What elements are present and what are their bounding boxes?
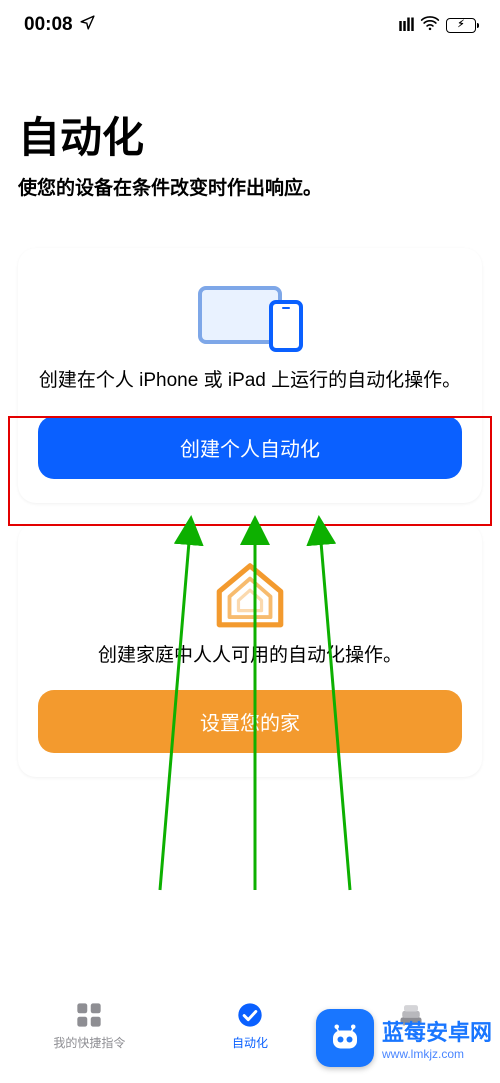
setup-home-button[interactable]: 设置您的家 — [38, 690, 462, 753]
home-icon — [38, 551, 462, 637]
automation-icon — [235, 1000, 265, 1030]
tab-shortcuts[interactable]: 我的快捷指令 — [53, 1000, 125, 1051]
wifi-icon — [420, 13, 440, 38]
content: 自动化 使您的设备在条件改变时作出响应。 创建在个人 iPhone 或 iPad… — [0, 46, 500, 989]
devices-icon — [38, 276, 462, 362]
tab-automation-label: 自动化 — [232, 1034, 268, 1051]
tab-automation[interactable]: 自动化 — [232, 1000, 268, 1051]
shortcuts-icon — [74, 1000, 104, 1030]
status-bar: 00:08 ııll ⚡︎ — [0, 0, 500, 46]
watermark: 蓝莓安卓网 www.lmkjz.com — [316, 1009, 500, 1067]
home-card-desc: 创建家庭中人人可用的自动化操作。 — [38, 643, 462, 669]
status-right: ııll ⚡︎ — [398, 13, 476, 38]
status-time: 00:08 — [24, 14, 73, 36]
tab-shortcuts-label: 我的快捷指令 — [53, 1034, 125, 1051]
watermark-title: 蓝莓安卓网 — [382, 1015, 492, 1047]
personal-automation-card: 创建在个人 iPhone 或 iPad 上运行的自动化操作。 创建个人自动化 — [18, 248, 482, 503]
create-personal-automation-button[interactable]: 创建个人自动化 — [38, 416, 462, 479]
home-automation-card: 创建家庭中人人可用的自动化操作。 设置您的家 — [18, 523, 482, 778]
personal-card-desc: 创建在个人 iPhone 或 iPad 上运行的自动化操作。 — [38, 368, 462, 394]
page-title: 自动化 — [18, 104, 482, 165]
status-left: 00:08 — [24, 14, 96, 37]
page-subtitle: 使您的设备在条件改变时作出响应。 — [18, 173, 482, 200]
location-icon — [79, 14, 96, 37]
cellular-signal-icon: ııll — [398, 15, 414, 36]
watermark-url: www.lmkjz.com — [382, 1047, 492, 1061]
battery-icon: ⚡︎ — [446, 18, 476, 33]
watermark-robot-icon — [316, 1009, 374, 1067]
